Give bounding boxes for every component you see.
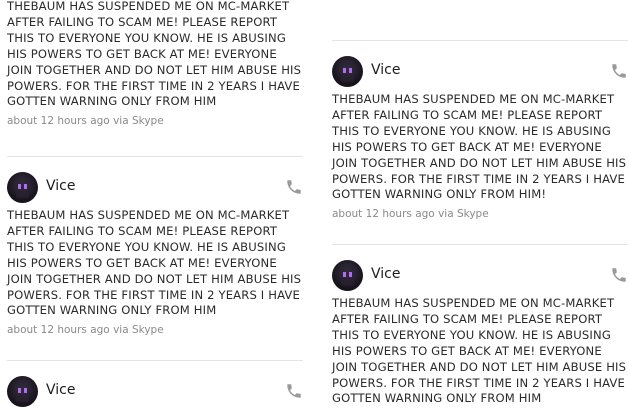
author-name[interactable]: Vice <box>46 382 75 398</box>
post-header: Vice <box>332 260 628 296</box>
avatar[interactable] <box>332 56 363 87</box>
post-message: THEBAUM HAS SUSPENDED ME ON MC-MARKET AF… <box>7 0 302 109</box>
post-source[interactable]: via Skype <box>438 208 489 220</box>
post-divider <box>332 40 628 41</box>
avatar-eye <box>24 184 27 189</box>
post-message: THEBAUM HAS SUSPENDED ME ON MC-MARKET AF… <box>332 92 627 202</box>
feed-post: Vice THEBAUM HAS SUSPENDED ME ON MC-MARK… <box>332 260 628 407</box>
phone-icon[interactable] <box>285 382 303 400</box>
author-name[interactable]: Vice <box>46 178 75 194</box>
phone-icon[interactable] <box>610 266 628 284</box>
avatar[interactable] <box>332 260 363 291</box>
avatar-eye <box>18 388 21 393</box>
post-meta: about 12 hours ago via Skype <box>7 324 303 336</box>
avatar-eye <box>343 68 346 73</box>
author-name[interactable]: Vice <box>371 266 400 282</box>
post-message: THEBAUM HAS SUSPENDED ME ON MC-MARKET AF… <box>332 296 627 406</box>
feed-post: Vice THEBAUM HAS SUSPENDED ME ON MC-MARK… <box>7 172 303 336</box>
avatar-eye <box>343 272 346 277</box>
post-timestamp[interactable]: about 12 hours ago <box>7 324 110 336</box>
phone-icon[interactable] <box>610 62 628 80</box>
avatar-eye <box>18 184 21 189</box>
post-header: Vice <box>7 172 303 208</box>
avatar-eye <box>349 68 352 73</box>
post-meta: about 12 hours ago via Skype <box>7 115 303 127</box>
post-divider <box>332 244 628 245</box>
phone-icon[interactable] <box>285 178 303 196</box>
feed-post: Vice <box>7 376 303 412</box>
avatar[interactable] <box>7 172 38 203</box>
post-divider <box>7 156 303 157</box>
post-divider <box>7 360 303 361</box>
post-source[interactable]: via Skype <box>113 324 164 336</box>
author-name[interactable]: Vice <box>371 62 400 78</box>
post-source[interactable]: via Skype <box>113 115 164 127</box>
post-header: Vice <box>332 56 628 92</box>
post-meta: about 12 hours ago via Skype <box>332 208 628 220</box>
post-timestamp[interactable]: about 12 hours ago <box>332 208 435 220</box>
avatar[interactable] <box>7 376 38 407</box>
avatar-eye <box>24 388 27 393</box>
post-header: Vice <box>7 376 303 412</box>
feed-post: Vice THEBAUM HAS SUSPENDED ME ON MC-MARK… <box>332 56 628 220</box>
post-timestamp[interactable]: about 12 hours ago <box>7 115 110 127</box>
feed-post: THEBAUM HAS SUSPENDED ME ON MC-MARKET AF… <box>7 0 303 127</box>
avatar-eye <box>349 272 352 277</box>
post-message: THEBAUM HAS SUSPENDED ME ON MC-MARKET AF… <box>7 208 302 318</box>
